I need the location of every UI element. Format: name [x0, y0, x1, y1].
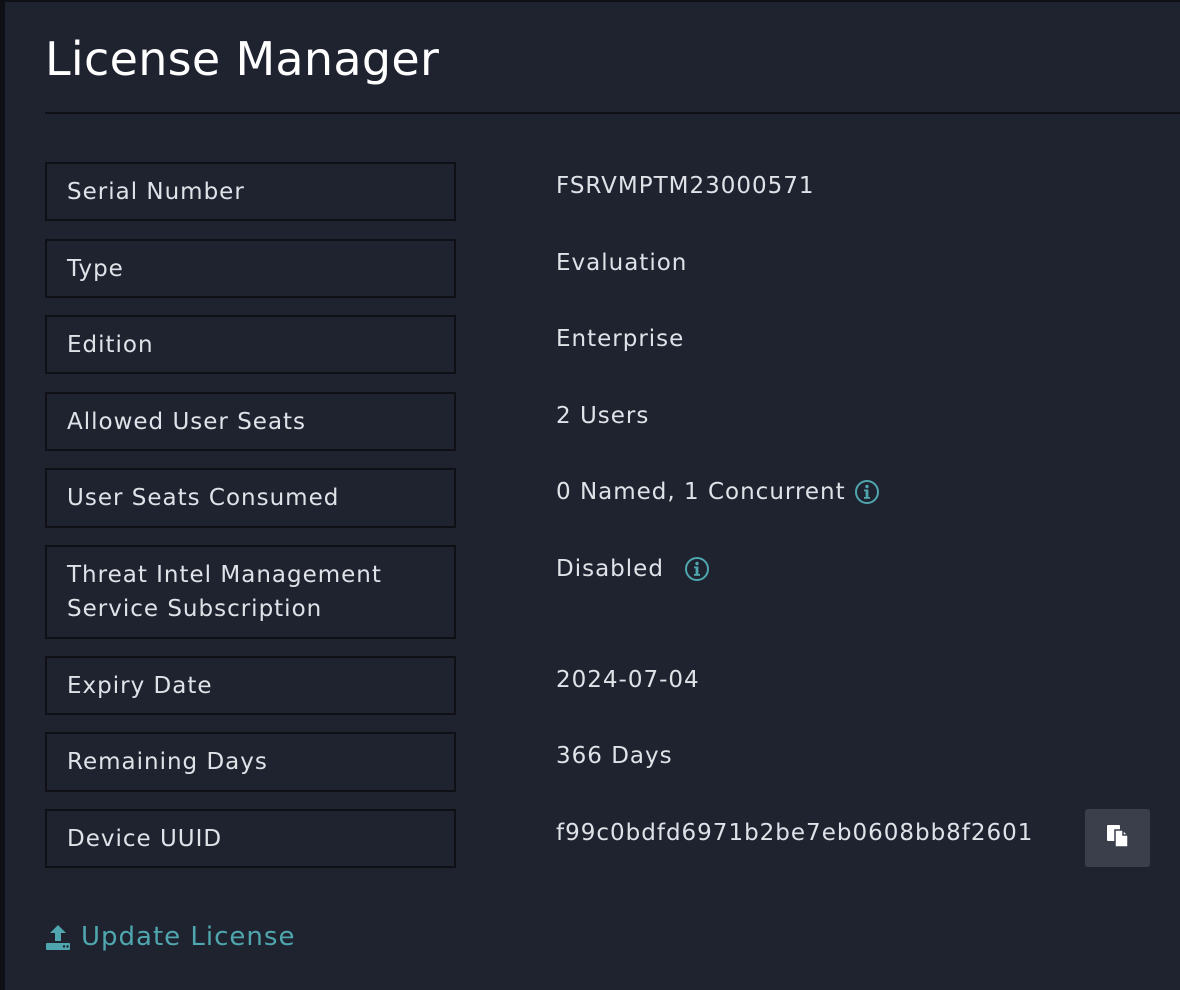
field-value-allowed-user-seats: 2 Users — [556, 396, 649, 436]
update-license-link[interactable]: Update License — [45, 922, 295, 952]
field-value-text: Enterprise — [556, 326, 685, 352]
field-value-text: Disabled — [556, 556, 664, 582]
field-value-expiry-date: 2024-07-04 — [556, 660, 700, 700]
upload-icon — [45, 923, 71, 951]
field-value-text: 2 Users — [556, 403, 650, 429]
field-value-text: f99c0bdfd6971b2be7eb0608bb8f2601 — [556, 820, 1034, 846]
page-title: License Manager — [45, 32, 440, 86]
info-icon[interactable] — [684, 556, 710, 582]
field-label-user-seats-consumed: User Seats Consumed — [45, 468, 456, 528]
field-label-expiry-date: Expiry Date — [45, 656, 456, 715]
field-label-multiline: Threat Intel Management Service Subscrip… — [67, 558, 382, 626]
field-label-text: Expiry Date — [67, 672, 213, 699]
field-value-type: Evaluation — [556, 243, 687, 283]
copy-icon — [1105, 823, 1131, 853]
field-label-remaining-days: Remaining Days — [45, 732, 456, 792]
field-value-edition: Enterprise — [556, 319, 684, 359]
field-value-serial-number: FSRVMPTM23000571 — [556, 166, 815, 206]
license-manager-panel: License Manager Serial Number FSRVMPTM23… — [0, 0, 1180, 990]
field-value-text: Evaluation — [556, 250, 688, 276]
field-label-text: Allowed User Seats — [67, 408, 307, 435]
field-label-edition: Edition — [45, 315, 456, 374]
field-value-device-uuid: f99c0bdfd6971b2be7eb0608bb8f2601 — [556, 813, 1033, 853]
field-value-text: FSRVMPTM23000571 — [556, 173, 815, 199]
field-value-text: 2024-07-04 — [556, 667, 700, 693]
field-label-text: Serial Number — [67, 178, 245, 205]
field-value-text: 366 Days — [556, 743, 673, 769]
field-label-text: Type — [67, 255, 124, 282]
field-label-text: Remaining Days — [67, 749, 268, 775]
field-value-threat-intel-subscription: Disabled — [556, 549, 710, 589]
field-label-text: Edition — [67, 331, 154, 358]
info-icon[interactable] — [854, 479, 880, 505]
field-label-allowed-user-seats: Allowed User Seats — [45, 392, 456, 451]
field-label-device-uuid: Device UUID — [45, 809, 456, 868]
copy-uuid-button[interactable] — [1085, 809, 1150, 867]
field-label-threat-intel-subscription: Threat Intel Management Service Subscrip… — [45, 545, 456, 639]
field-label-text: Device UUID — [67, 825, 223, 852]
update-license-label: Update License — [81, 922, 296, 952]
field-label-text: User Seats Consumed — [67, 485, 340, 511]
field-label-line: Service Subscription — [67, 596, 323, 622]
field-value-remaining-days: 366 Days — [556, 736, 673, 776]
field-label-type: Type — [45, 239, 456, 298]
title-divider — [45, 112, 1180, 114]
field-value-user-seats-consumed: 0 Named, 1 Concurrent — [556, 472, 880, 512]
field-label-serial-number: Serial Number — [45, 162, 456, 221]
field-label-line: Threat Intel Management — [67, 562, 382, 588]
field-value-text: 0 Named, 1 Concurrent — [556, 479, 846, 505]
